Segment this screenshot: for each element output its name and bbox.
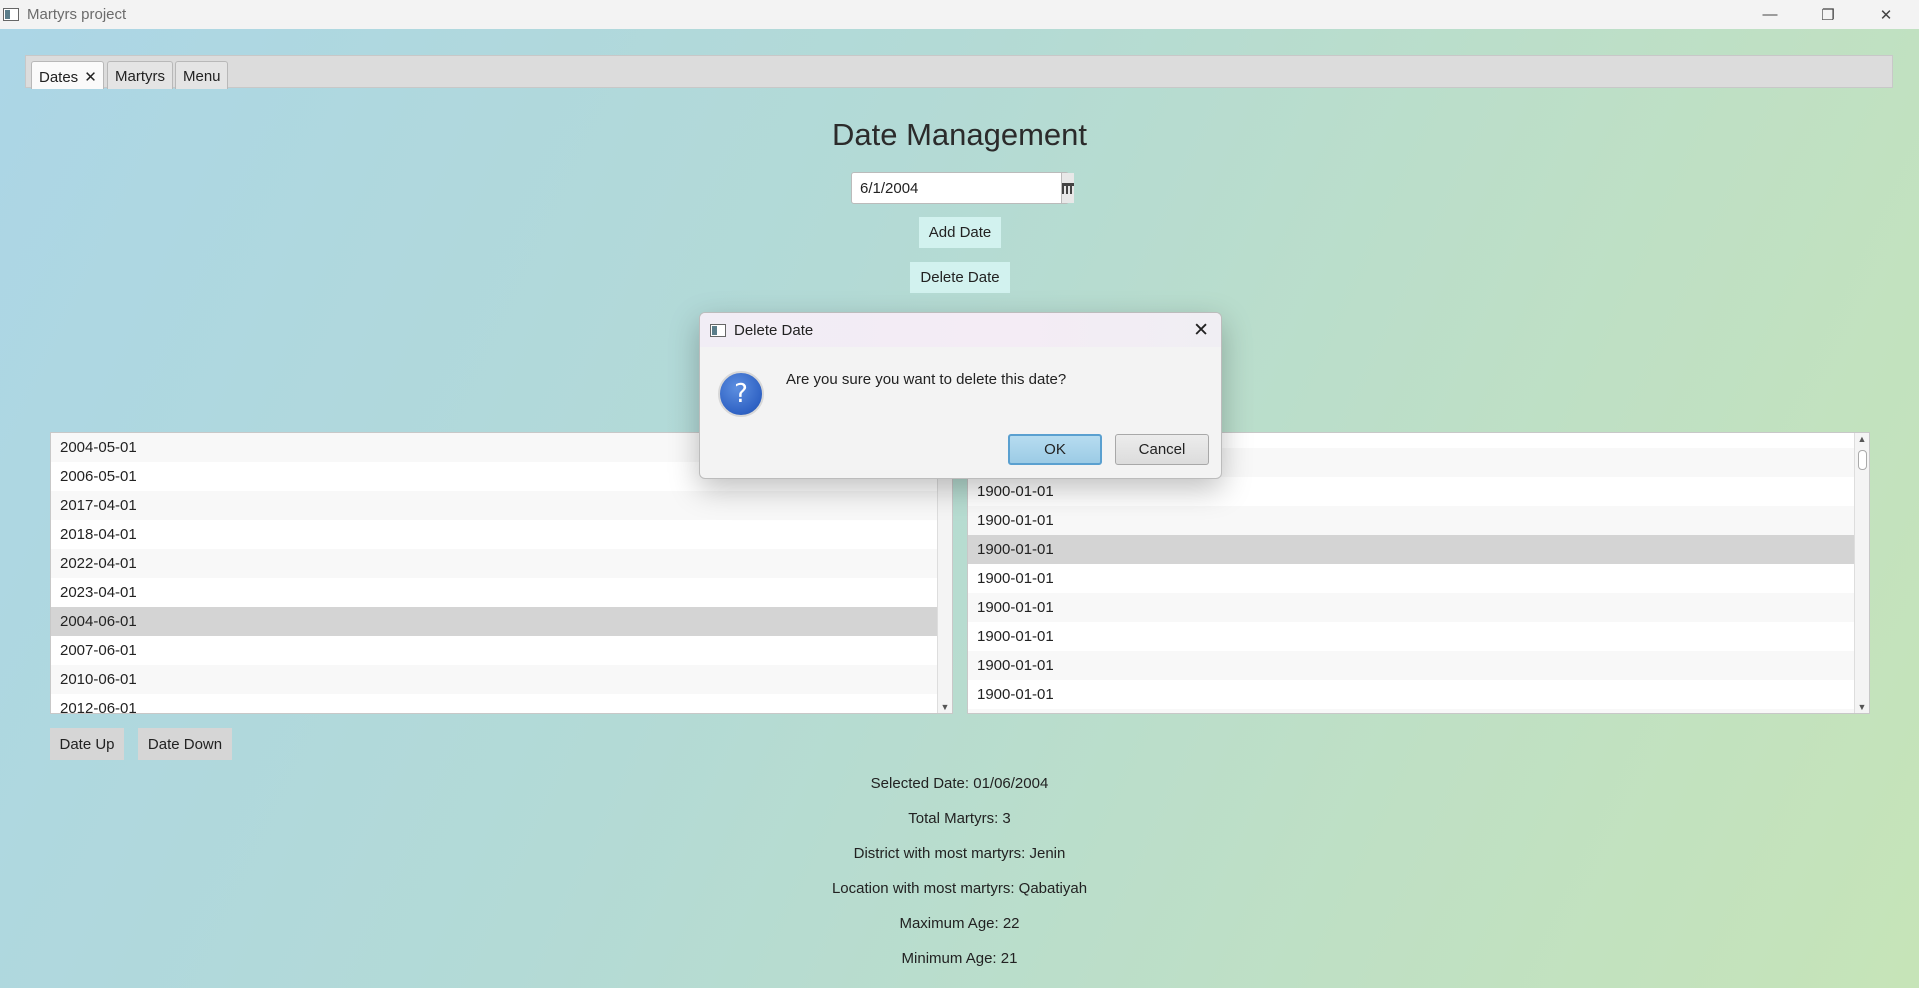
selected-date-label: Selected Date: 01/06/2004 [870,775,1049,792]
list-item[interactable]: 1900-01-01 [968,680,1855,709]
cancel-button[interactable]: Cancel [1115,434,1209,465]
list-item[interactable]: 2022-04-01 [51,549,938,578]
date-down-button[interactable]: Date Down [138,728,232,760]
scroll-up-icon[interactable]: ▲ [1855,434,1869,444]
list-item[interactable]: 1900-01-01 [968,651,1855,680]
close-window-button[interactable]: ✕ [1857,0,1915,29]
list-item[interactable]: 1900-01-01 [968,709,1855,713]
list-item[interactable]: 1900-01-01 [968,477,1855,506]
dialog-message: Are you sure you want to delete this dat… [786,371,1067,388]
dialog-close-icon[interactable]: ✕ [1193,319,1209,342]
list-item[interactable]: 1900-01-01 [968,622,1855,651]
delete-date-dialog: Delete Date ✕ ? Are you sure you want to… [699,312,1222,479]
list-item[interactable]: 1900-01-01 [968,593,1855,622]
min-age-label: Minimum Age: 21 [901,950,1018,967]
scroll-down-icon[interactable]: ▼ [938,702,952,712]
calendar-icon [1062,182,1074,194]
tab-menu[interactable]: Menu [175,61,228,89]
location-label: Location with most martyrs: Qabatiyah [831,880,1088,897]
tab-bar: Dates ✕ Martyrs Menu [25,55,1893,89]
list-item[interactable]: 2018-04-01 [51,520,938,549]
total-martyrs-label: Total Martyrs: 3 [908,810,1011,827]
delete-date-button[interactable]: Delete Date [910,262,1010,293]
district-label: District with most martyrs: Jenin [853,845,1066,862]
date-input[interactable] [852,173,1061,203]
tab-close-icon[interactable]: ✕ [84,69,97,86]
list-item[interactable]: 1900-01-01 [968,564,1855,593]
list-item[interactable]: 1900-01-01 [968,506,1855,535]
list-item[interactable]: 2012-06-01 [51,694,938,713]
minimize-button[interactable]: — [1741,0,1799,29]
app-content: Dates ✕ Martyrs Menu Date Management Add … [0,29,1919,988]
dialog-title: Delete Date [734,321,814,339]
calendar-button[interactable] [1061,173,1074,203]
restore-button[interactable]: ❐ [1799,0,1857,29]
max-age-label: Maximum Age: 22 [899,915,1020,932]
ok-button[interactable]: OK [1008,434,1102,465]
date-picker[interactable] [851,172,1074,204]
window-title: Martyrs project [27,6,127,23]
window-titlebar: Martyrs project — ❐ ✕ [0,0,1919,29]
list-item-selected[interactable]: 1900-01-01 [968,535,1855,564]
page-title: Date Management [831,117,1088,152]
list-item[interactable]: 2017-04-01 [51,491,938,520]
date-up-button[interactable]: Date Up [50,728,124,760]
question-icon: ? [718,371,764,417]
scroll-down-icon[interactable]: ▼ [1855,702,1869,712]
martyr-list-scrollbar[interactable]: ▲ ▼ [1854,433,1869,713]
list-item-selected[interactable]: 2004-06-01 [51,607,938,636]
tab-dates[interactable]: Dates ✕ [31,61,104,89]
list-item[interactable]: 2007-06-01 [51,636,938,665]
tab-martyrs[interactable]: Martyrs [107,61,173,89]
dialog-app-icon [710,323,726,337]
tab-label: Dates [39,69,79,86]
add-date-button[interactable]: Add Date [919,217,1001,248]
list-item[interactable]: 2010-06-01 [51,665,938,694]
app-icon [3,8,19,21]
scroll-thumb[interactable] [1858,450,1867,470]
list-item[interactable]: 2023-04-01 [51,578,938,607]
dialog-header: Delete Date ✕ [700,313,1221,347]
